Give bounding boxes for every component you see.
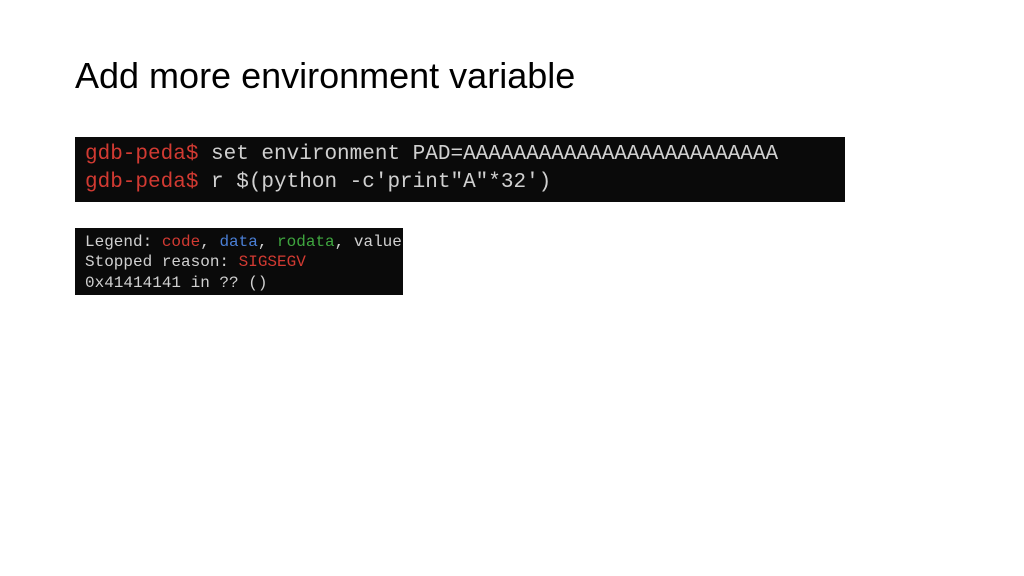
legend-data: data [219, 233, 257, 251]
stopped-signal: SIGSEGV [239, 253, 306, 271]
separator: , [258, 233, 277, 251]
terminal-output-2: Legend: code, data, rodata, value Stoppe… [75, 228, 403, 295]
terminal-output-1: gdb-peda$ set environment PAD=AAAAAAAAAA… [75, 137, 845, 202]
terminal-line [85, 294, 393, 295]
stopped-label: Stopped reason: [85, 253, 239, 271]
prompt: gdb-peda$ [85, 143, 198, 166]
prompt: gdb-peda$ [85, 171, 198, 194]
address-line: 0x41414141 in ?? () [85, 274, 267, 292]
terminal-line: Legend: code, data, rodata, value [85, 232, 393, 253]
legend-rodata: rodata [277, 233, 335, 251]
legend-label: Legend: [85, 233, 152, 251]
command-text: r $(python -c'print"A"*32') [198, 171, 551, 194]
separator: , [335, 233, 354, 251]
terminal-line: 0x41414141 in ?? () [85, 273, 393, 294]
terminal-line: gdb-peda$ r $(python -c'print"A"*32') [85, 169, 835, 197]
slide-container: Add more environment variable gdb-peda$ … [0, 0, 1024, 355]
terminal-line: gdb-peda$ set environment PAD=AAAAAAAAAA… [85, 141, 835, 169]
separator: , [200, 233, 219, 251]
legend-value: value [354, 233, 402, 251]
terminal-line: Stopped reason: SIGSEGV [85, 252, 393, 273]
command-text: set environment PAD=AAAAAAAAAAAAAAAAAAAA… [198, 143, 778, 166]
legend-code: code [152, 233, 200, 251]
slide-title: Add more environment variable [75, 55, 949, 97]
